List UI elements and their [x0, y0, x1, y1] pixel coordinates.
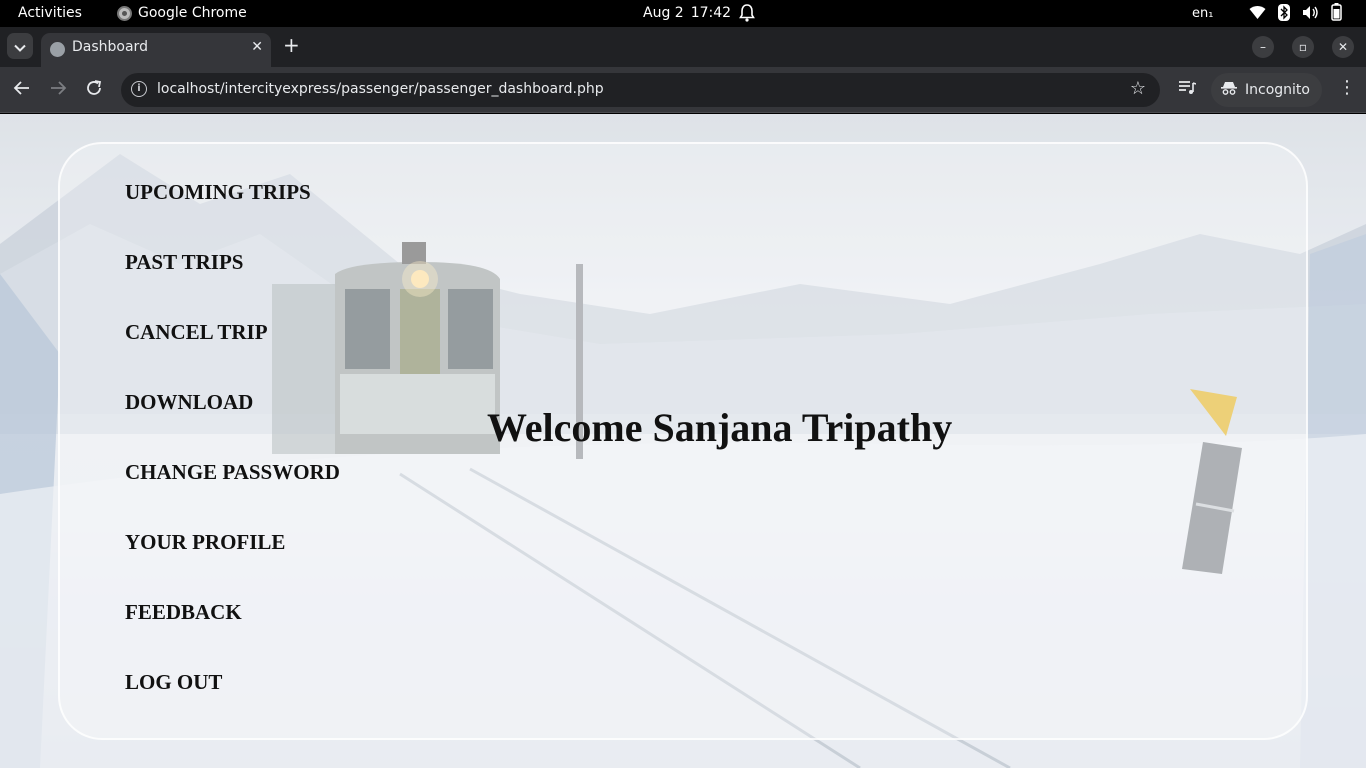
- info-icon[interactable]: i: [131, 81, 147, 97]
- incognito-label: Incognito: [1245, 82, 1310, 98]
- menu-cancel-trip[interactable]: CANCEL TRIP: [125, 320, 268, 345]
- new-tab-button[interactable]: +: [283, 33, 300, 57]
- menu-your-profile[interactable]: YOUR PROFILE: [125, 530, 285, 555]
- minimize-icon[interactable]: –: [1252, 36, 1274, 58]
- back-icon[interactable]: [13, 79, 31, 102]
- maximize-icon[interactable]: ▫: [1292, 36, 1314, 58]
- reload-icon[interactable]: [85, 79, 103, 102]
- address-bar[interactable]: i localhost/intercityexpress/passenger/p…: [121, 73, 1160, 107]
- incognito-indicator[interactable]: Incognito: [1211, 73, 1322, 107]
- system-top-bar: Activities Google Chrome Aug 2 17:42 en₁: [0, 0, 1366, 27]
- star-icon[interactable]: ☆: [1130, 78, 1146, 99]
- menu-change-password[interactable]: CHANGE PASSWORD: [125, 460, 340, 485]
- tab-title: Dashboard: [72, 39, 148, 55]
- app-name: Google Chrome: [138, 5, 247, 21]
- battery-icon: [1331, 3, 1342, 25]
- media-icon[interactable]: [1178, 80, 1197, 101]
- menu-feedback[interactable]: FEEDBACK: [125, 600, 242, 625]
- close-icon[interactable]: ✕: [251, 39, 263, 55]
- system-status-area[interactable]: [1249, 3, 1342, 25]
- url-text[interactable]: localhost/intercityexpress/passenger/pas…: [157, 81, 604, 97]
- menu-upcoming-trips[interactable]: UPCOMING TRIPS: [125, 180, 311, 205]
- forward-icon[interactable]: [49, 79, 67, 102]
- bell-icon[interactable]: [739, 3, 755, 27]
- more-icon[interactable]: ⋮: [1338, 77, 1356, 98]
- tab-strip: Dashboard ✕ + – ▫ ✕: [0, 27, 1366, 67]
- tab-search-icon: [14, 37, 26, 56]
- tab-search-button[interactable]: [7, 33, 33, 59]
- volume-icon: [1302, 5, 1319, 24]
- clock-time: 17:42: [690, 5, 732, 21]
- activities-button[interactable]: Activities: [18, 5, 82, 21]
- menu-download[interactable]: DOWNLOAD: [125, 390, 253, 415]
- clock[interactable]: Aug 2 17:42: [643, 5, 731, 21]
- chrome-icon: [117, 5, 132, 21]
- menu-log-out[interactable]: LOG OUT: [125, 670, 222, 695]
- browser-toolbar: i localhost/intercityexpress/passenger/p…: [0, 67, 1366, 113]
- tab-dashboard[interactable]: Dashboard ✕: [41, 33, 271, 67]
- menu-past-trips[interactable]: PAST TRIPS: [125, 250, 243, 275]
- incognito-icon: [1221, 81, 1237, 99]
- wifi-icon: [1249, 5, 1266, 24]
- welcome-heading: Welcome Sanjana Tripathy: [487, 405, 953, 450]
- clock-date: Aug 2: [643, 5, 684, 21]
- language-indicator[interactable]: en₁: [1192, 6, 1213, 21]
- globe-icon: [50, 42, 65, 57]
- window-close-icon[interactable]: ✕: [1332, 36, 1354, 58]
- bluetooth-icon: [1278, 3, 1290, 25]
- app-menu[interactable]: Google Chrome: [117, 5, 247, 21]
